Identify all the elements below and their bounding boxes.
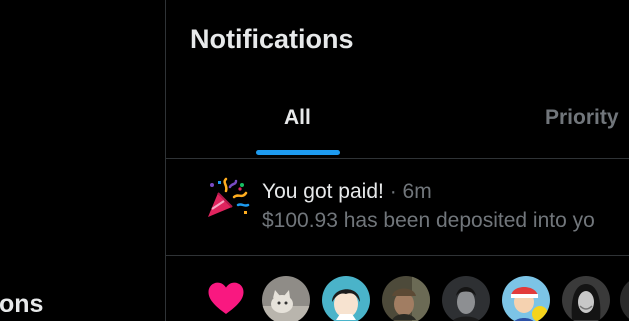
left-navigation: ons: [0, 0, 165, 321]
avatar-anime-character[interactable]: [322, 276, 370, 321]
notifications-page: ons Notifications All Priority You got p…: [0, 0, 629, 321]
heart-icon: [208, 282, 244, 314]
tab-all-label: All: [284, 106, 311, 129]
tab-priority-label: Priority: [545, 106, 619, 129]
notification-likes[interactable]: [166, 256, 629, 321]
main-column: Notifications All Priority You got paid!…: [166, 0, 629, 321]
notification-body: $100.93 has been deposited into yo: [262, 209, 595, 232]
avatar-cat-image: [262, 276, 310, 321]
party-popper-icon: [208, 177, 250, 217]
avatar-woman[interactable]: [562, 276, 610, 321]
notification-time: 6m: [402, 180, 432, 203]
tab-priority[interactable]: Priority: [428, 86, 629, 158]
page-title: Notifications: [190, 24, 354, 54]
avatar-man-dark-image: [442, 276, 490, 321]
avatar-anime-image: [322, 276, 370, 321]
avatar-partial[interactable]: [620, 276, 629, 321]
avatar-partial-image: [620, 276, 629, 321]
avatar-pikachu-trainer-image: [502, 276, 550, 321]
avatar-cat[interactable]: [262, 276, 310, 321]
separator-dot: ·: [389, 180, 397, 203]
avatar-man-cap[interactable]: [382, 276, 430, 321]
notification-title: You got paid!: [262, 180, 384, 203]
tab-bar: All Priority: [166, 86, 629, 158]
avatar-man-cap-image: [382, 276, 430, 321]
avatar-woman-image: [562, 276, 610, 321]
notification-title-line: You got paid! · 6m: [262, 178, 432, 206]
nav-item-notifications-label[interactable]: ons: [0, 287, 43, 321]
avatar-man-dark[interactable]: [442, 276, 490, 321]
notification-payment[interactable]: You got paid! · 6m $100.93 has been depo…: [166, 159, 629, 255]
avatar-pikachu-trainer[interactable]: [502, 276, 550, 321]
tab-all[interactable]: All: [166, 86, 428, 158]
active-tab-indicator: [256, 150, 340, 155]
